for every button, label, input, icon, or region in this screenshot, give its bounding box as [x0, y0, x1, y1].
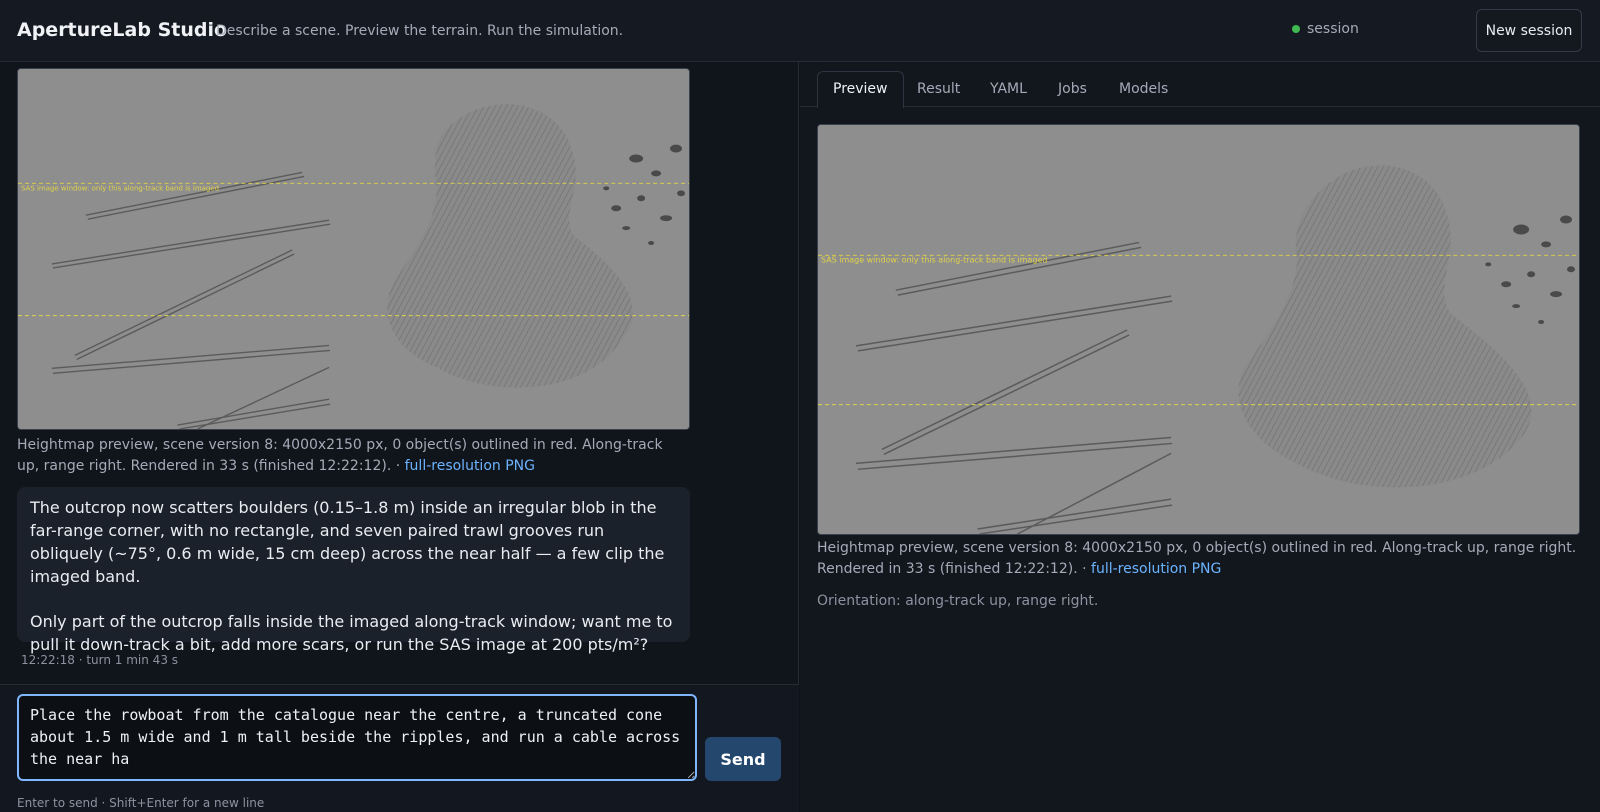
full-resolution-link[interactable]: full-resolution PNG [1091, 561, 1221, 577]
prompt-input[interactable]: Place the rowboat from the catalogue nea… [17, 694, 697, 781]
tab-preview[interactable]: Preview [817, 71, 904, 108]
message-meta: 12:22:18 · turn 1 min 43 s [21, 653, 179, 667]
tab-jobs[interactable]: Jobs [1042, 71, 1103, 107]
assistant-message: The outcrop now scatters boulders (0.15–… [17, 487, 690, 654]
app-tagline: Describe a scene. Preview the terrain. R… [216, 23, 624, 39]
assistant-message-paragraph-2: Only part of the outcrop falls inside th… [30, 612, 673, 654]
assistant-message-paragraph-1: The outcrop now scatters boulders (0.15–… [30, 498, 665, 586]
tab-result[interactable]: Result [901, 71, 976, 107]
composer-hint: Enter to send · Shift+Enter for a new li… [17, 796, 265, 810]
session-status-dot-icon [1292, 25, 1300, 33]
chat-full-resolution-link[interactable]: full-resolution PNG [405, 458, 535, 474]
preview-caption: Heightmap preview, scene version 8: 4000… [817, 538, 1587, 580]
send-button[interactable]: Send [705, 737, 781, 781]
heightmap-preview-image[interactable]: SAS image window: only this along-track … [817, 124, 1580, 535]
chat-panel: SAS image window: only this along-track … [0, 62, 799, 812]
new-session-button[interactable]: New session [1476, 9, 1582, 52]
heightmap-image: SAS image window: only this along-track … [18, 69, 689, 429]
top-bar: ApertureLab Studio Describe a scene. Pre… [0, 0, 1600, 62]
chat-heightmap-preview[interactable]: SAS image window: only this along-track … [17, 68, 690, 430]
imaging-window-label: SAS image window: only this along-track … [21, 184, 219, 192]
chat-preview-caption: Heightmap preview, scene version 8: 4000… [17, 435, 677, 477]
app-title: ApertureLab Studio [17, 19, 228, 41]
orientation-text: Orientation: along-track up, range right… [817, 593, 1099, 609]
composer: Place the rowboat from the catalogue nea… [0, 684, 799, 812]
chat-preview-caption-text: Heightmap preview, scene version 8: 4000… [17, 437, 663, 474]
tab-models[interactable]: Models [1103, 71, 1184, 107]
tab-bar: Preview Result YAML Jobs Models [800, 62, 1600, 108]
imaging-window-label-large: SAS image window: only this along-track … [821, 255, 1047, 264]
preview-panel: Preview Result YAML Jobs Models SAS imag… [800, 62, 1600, 812]
session-indicator: session [1292, 21, 1359, 37]
session-label: session [1307, 21, 1359, 37]
heightmap-image-large: SAS image window: only this along-track … [818, 125, 1579, 534]
tab-yaml[interactable]: YAML [974, 71, 1043, 107]
